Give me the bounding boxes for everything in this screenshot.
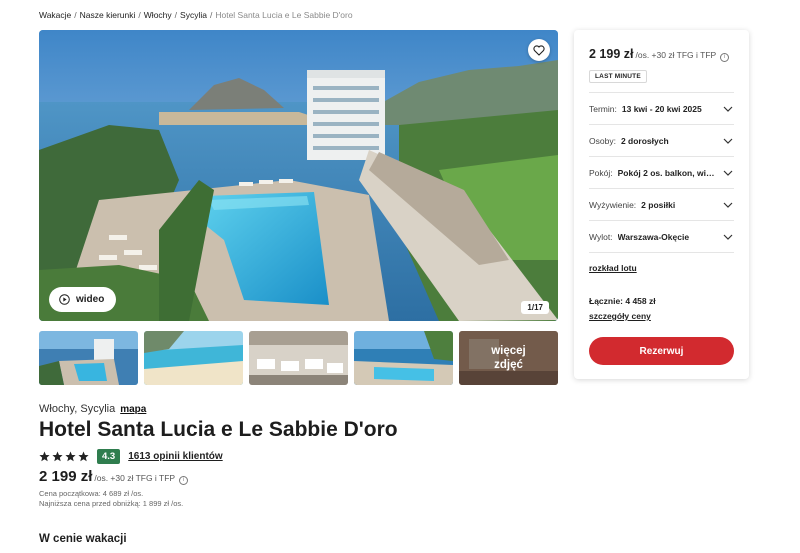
booking-card: 2 199 zł /os. +30 zł TFG i TFP i LAST MI…: [574, 30, 749, 379]
thumbnail-image: [249, 331, 348, 385]
play-icon: [59, 294, 70, 305]
map-link[interactable]: mapa: [120, 404, 146, 415]
section-heading: W cenie wakacji: [39, 533, 127, 545]
row-label: Termin:: [589, 103, 617, 114]
price-details-link[interactable]: szczegóły ceny: [589, 311, 651, 321]
photo-counter: 1/17: [521, 301, 549, 314]
book-button[interactable]: Rezerwuj: [589, 337, 734, 365]
row-label: Osoby:: [589, 135, 616, 146]
rating-score-badge: 4.3: [97, 449, 121, 464]
breadcrumb-item-wlochy[interactable]: Włochy: [144, 10, 172, 20]
breadcrumb-current: Hotel Santa Lucia e Le Sabbie D'oro: [215, 10, 353, 20]
hotel-title: Hotel Santa Lucia e Le Sabbie D'oro: [39, 418, 398, 441]
thumbnail-3[interactable]: [249, 331, 348, 385]
booking-price-value: 2 199 zł: [589, 47, 634, 61]
row-label: Pokój:: [589, 167, 613, 178]
row-room[interactable]: Pokój: Pokój 2 os. balkon, widok na morz…: [589, 156, 734, 188]
row-label: Wyżywienie:: [589, 199, 637, 210]
reviews-link[interactable]: 1613 opinii klientów: [128, 451, 222, 462]
breadcrumb-separator: /: [74, 10, 77, 20]
chevron-down-icon: [723, 202, 733, 208]
breadcrumb-separator: /: [209, 10, 213, 20]
price-suffix: /os. +30 zł TFG i TFP: [94, 473, 176, 483]
hotel-pool-photo: [39, 30, 558, 321]
chevron-down-icon: [723, 170, 733, 176]
more-photos-thumbnail[interactable]: więcej zdjęć: [459, 331, 558, 385]
video-button[interactable]: wideo: [49, 287, 117, 312]
breadcrumb-item-kierunki[interactable]: Nasze kierunki: [80, 10, 136, 20]
chevron-down-icon: [723, 138, 733, 144]
heart-icon: [533, 44, 545, 56]
row-board[interactable]: Wyżywienie: 2 posiłki: [589, 188, 734, 220]
thumbnail-image: [354, 331, 453, 385]
star-icon: [65, 451, 76, 462]
total-price: Łącznie: 4 458 zł: [589, 296, 656, 306]
info-icon[interactable]: i: [179, 476, 189, 485]
rating-row: 4.3 1613 opinii klientów: [39, 449, 223, 464]
chevron-down-icon: [723, 106, 733, 112]
last-minute-badge: LAST MINUTE: [589, 70, 647, 83]
start-price-note: Cena początkowa: 4 689 zł /os.: [39, 489, 144, 498]
more-photos-label-2: zdjęć: [494, 359, 523, 371]
breadcrumb-item-sycylia[interactable]: Sycylia: [180, 10, 207, 20]
thumbnail-2[interactable]: [144, 331, 243, 385]
more-photos-overlay: więcej zdjęć: [459, 331, 558, 385]
lowest-price-note: Najniższa cena przed obniżką: 1 899 zł /…: [39, 499, 184, 508]
row-date[interactable]: Termin: 13 kwi - 20 kwi 2025: [589, 92, 734, 124]
thumbnail-image: [144, 331, 243, 385]
flight-schedule-link[interactable]: rozkład lotu: [589, 263, 637, 273]
row-departure[interactable]: Wylot: Warszawa-Okęcie: [589, 220, 734, 253]
thumbnail-strip: więcej zdjęć: [39, 331, 558, 385]
row-value: Pokój 2 os. balkon, widok na morze: [617, 167, 719, 178]
star-icon: [78, 451, 89, 462]
price-summary: 2 199 zł /os. +30 zł TFG i TFP i: [39, 468, 189, 485]
info-icon[interactable]: i: [720, 53, 730, 62]
row-label: Wylot:: [589, 231, 613, 242]
star-icon: [39, 451, 50, 462]
booking-price: 2 199 zł /os. +30 zł TFG i TFP i: [589, 47, 730, 62]
breadcrumb: Wakacje / Nasze kierunki / Włochy / Sycylia / Ho…: [39, 10, 353, 20]
location-text: Włochy, Sycylia: [39, 403, 116, 415]
row-value: 2 posiłki: [641, 199, 676, 210]
thumbnail-4[interactable]: [354, 331, 453, 385]
favorite-button[interactable]: [528, 39, 550, 61]
breadcrumb-separator: /: [174, 10, 178, 20]
row-value: 2 dorosłych: [620, 135, 669, 146]
hero-photo[interactable]: wideo 1/17: [39, 30, 558, 321]
chevron-down-icon: [723, 234, 733, 240]
booking-price-suffix: /os. +30 zł TFG i TFP: [635, 50, 717, 60]
price-value: 2 199 zł: [39, 468, 93, 485]
thumbnail-image: [39, 331, 138, 385]
breadcrumb-separator: /: [138, 10, 141, 20]
row-value: Warszawa-Okęcie: [617, 231, 690, 242]
hotel-location: Włochy, Sycylia mapa: [39, 403, 146, 415]
star-icon: [52, 451, 63, 462]
thumbnail-1[interactable]: [39, 331, 138, 385]
breadcrumb-item-wakacje[interactable]: Wakacje: [39, 10, 71, 20]
video-label: wideo: [76, 294, 105, 305]
row-value: 13 kwi - 20 kwi 2025: [621, 103, 702, 114]
hotel-stars: [39, 451, 89, 462]
row-persons[interactable]: Osoby: 2 dorosłych: [589, 124, 734, 156]
more-photos-label-1: więcej: [491, 345, 526, 357]
